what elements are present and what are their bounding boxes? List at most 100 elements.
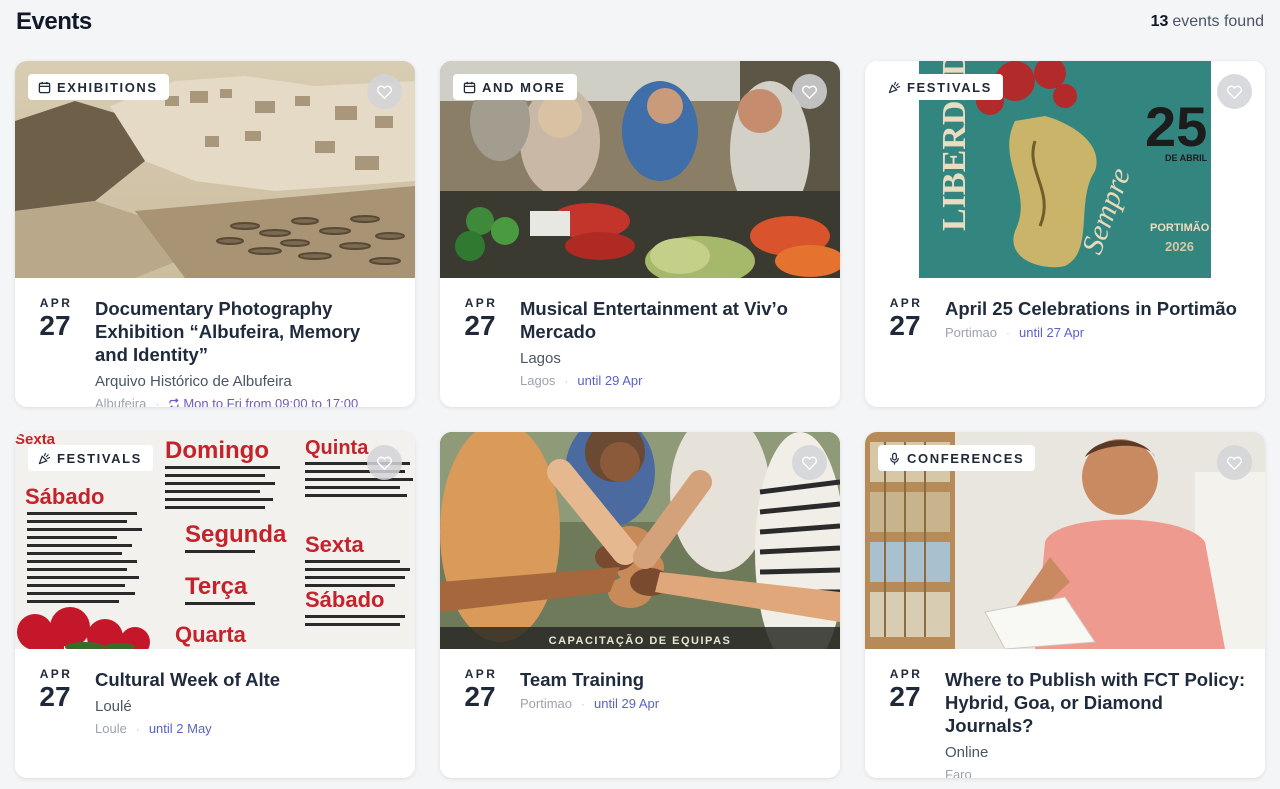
microphone-icon bbox=[890, 452, 899, 465]
poster-day: Terça bbox=[185, 573, 248, 600]
event-title[interactable]: April 25 Celebrations in Portimão bbox=[945, 297, 1247, 320]
event-details: APR 27 Cultural Week of Alte Loulé Loule… bbox=[15, 649, 415, 736]
meta-separator: · bbox=[581, 696, 586, 711]
event-title[interactable]: Where to Publish with FCT Policy: Hybrid… bbox=[945, 668, 1247, 737]
event-image[interactable]: And More bbox=[440, 61, 840, 278]
event-month: APR bbox=[889, 296, 923, 310]
event-info: Documentary Photography Exhibition “Albu… bbox=[95, 296, 397, 407]
event-day: 27 bbox=[464, 681, 496, 712]
event-card[interactable]: LIBERDADE 25 DE ABRIL Sempre PORTIMÃO 20… bbox=[865, 61, 1265, 407]
event-date: APR 27 bbox=[458, 667, 502, 712]
poster-day: Quarta bbox=[175, 622, 247, 647]
event-until: until 29 Apr bbox=[577, 373, 643, 388]
party-popper-icon bbox=[888, 81, 901, 93]
calendar-icon bbox=[38, 81, 51, 93]
event-meta: Albufeira · Mon to Fri from 09:00 to 17:… bbox=[95, 396, 397, 407]
category-label: Conferences bbox=[907, 450, 1025, 466]
event-details: APR 27 Musical Entertainment at Viv’o Me… bbox=[440, 278, 840, 388]
event-month: APR bbox=[889, 667, 923, 681]
event-until: until 27 Apr bbox=[1019, 325, 1085, 340]
heart-icon bbox=[1226, 456, 1243, 470]
category-label: Exhibitions bbox=[57, 79, 158, 95]
event-venue: Lagos bbox=[520, 350, 561, 367]
event-meta: Lagos · until 29 Apr bbox=[520, 373, 822, 388]
event-city: Albufeira bbox=[95, 396, 147, 407]
heart-icon bbox=[801, 456, 818, 470]
event-meta: Portimao · until 29 Apr bbox=[520, 696, 822, 711]
event-city: Faro bbox=[945, 767, 972, 778]
event-date: APR 27 bbox=[33, 667, 77, 736]
meta-separator: · bbox=[1006, 325, 1011, 340]
poster-day: Domingo bbox=[165, 437, 269, 464]
event-card[interactable]: CAPACITAÇÃO DE EQUIPAS APR 27 Team Train… bbox=[440, 432, 840, 778]
event-card[interactable]: And More APR 27 Musical Entertainment at… bbox=[440, 61, 840, 407]
category-label: Festivals bbox=[57, 450, 142, 466]
heart-icon bbox=[376, 85, 393, 99]
event-image[interactable]: LIBERDADE 25 DE ABRIL Sempre PORTIMÃO 20… bbox=[865, 61, 1265, 278]
event-venue: Arquivo Histórico de Albufeira bbox=[95, 373, 292, 390]
event-city: Portimao bbox=[945, 325, 998, 340]
event-card[interactable]: Exhibitions APR 27 Documentary Photograp… bbox=[15, 61, 415, 407]
page-header: Events 13 events found bbox=[16, 6, 1264, 38]
results-count-number: 13 bbox=[1150, 13, 1169, 30]
poster-place: PORTIMÃO bbox=[1150, 221, 1210, 234]
event-info: Cultural Week of Alte Loulé Loule · unti… bbox=[95, 667, 397, 736]
event-card[interactable]: Conferences APR 27 Where to Publish with… bbox=[865, 432, 1265, 778]
favorite-button[interactable] bbox=[367, 74, 402, 109]
event-details: APR 27 Team Training Portimao · until 29… bbox=[440, 649, 840, 712]
event-venue: Loulé bbox=[95, 698, 132, 715]
event-details: APR 27 Documentary Photography Exhibitio… bbox=[15, 278, 415, 407]
event-image[interactable]: Conferences bbox=[865, 432, 1265, 649]
team-hands-photo-image: CAPACITAÇÃO DE EQUIPAS bbox=[440, 432, 840, 649]
event-meta: Portimao · until 27 Apr bbox=[945, 325, 1247, 340]
heart-icon bbox=[376, 456, 393, 470]
event-city: Loule bbox=[95, 721, 127, 736]
party-popper-icon bbox=[38, 452, 51, 464]
event-card[interactable]: Sexta Domingo Quinta Sábado Segunda Sext… bbox=[15, 432, 415, 778]
heart-icon bbox=[801, 85, 818, 99]
meta-separator: · bbox=[155, 396, 160, 408]
category-badge: Exhibitions bbox=[28, 74, 169, 100]
calendar-icon bbox=[463, 81, 476, 93]
favorite-button[interactable] bbox=[367, 445, 402, 480]
results-count: 13 events found bbox=[1151, 13, 1264, 31]
category-badge: And More bbox=[453, 74, 577, 100]
event-date: APR 27 bbox=[458, 296, 502, 388]
category-label: And More bbox=[482, 79, 566, 95]
poster-day: Sábado bbox=[305, 587, 384, 612]
event-info: April 25 Celebrations in Portimão Portim… bbox=[945, 296, 1247, 341]
event-image[interactable]: Sexta Domingo Quinta Sábado Segunda Sext… bbox=[15, 432, 415, 649]
event-city: Portimao bbox=[520, 696, 573, 711]
event-venue: Online bbox=[945, 744, 989, 761]
poster-day: Segunda bbox=[185, 521, 287, 548]
event-month: APR bbox=[39, 667, 73, 681]
event-day: 27 bbox=[39, 681, 71, 712]
category-badge: Conferences bbox=[878, 445, 1036, 471]
event-meta: Loule · until 2 May bbox=[95, 721, 397, 736]
event-title[interactable]: Team Training bbox=[520, 668, 822, 691]
event-month: APR bbox=[464, 667, 498, 681]
event-date: APR 27 bbox=[883, 296, 927, 341]
meta-separator: · bbox=[135, 721, 140, 736]
event-title[interactable]: Musical Entertainment at Viv’o Mercado bbox=[520, 297, 822, 343]
favorite-button[interactable] bbox=[1217, 74, 1252, 109]
favorite-button[interactable] bbox=[1217, 445, 1252, 480]
event-image[interactable]: Exhibitions bbox=[15, 61, 415, 278]
event-title[interactable]: Cultural Week of Alte bbox=[95, 668, 397, 691]
event-city: Lagos bbox=[520, 373, 556, 388]
event-details: APR 27 April 25 Celebrations in Portimão… bbox=[865, 278, 1265, 341]
favorite-button[interactable] bbox=[792, 445, 827, 480]
event-title[interactable]: Documentary Photography Exhibition “Albu… bbox=[95, 297, 397, 366]
image-caption: CAPACITAÇÃO DE EQUIPAS bbox=[549, 634, 732, 647]
event-day: 27 bbox=[464, 310, 496, 341]
favorite-button[interactable] bbox=[792, 74, 827, 109]
repeat-icon bbox=[169, 397, 179, 407]
page-title: Events bbox=[16, 8, 92, 35]
heart-icon bbox=[1226, 85, 1243, 99]
event-image[interactable]: CAPACITAÇÃO DE EQUIPAS bbox=[440, 432, 840, 649]
event-details: APR 27 Where to Publish with FCT Policy:… bbox=[865, 649, 1265, 778]
event-info: Musical Entertainment at Viv’o Mercado L… bbox=[520, 296, 822, 388]
poster-number: 25 bbox=[1145, 95, 1207, 158]
event-day: 27 bbox=[889, 310, 921, 341]
event-until: until 29 Apr bbox=[594, 696, 660, 711]
